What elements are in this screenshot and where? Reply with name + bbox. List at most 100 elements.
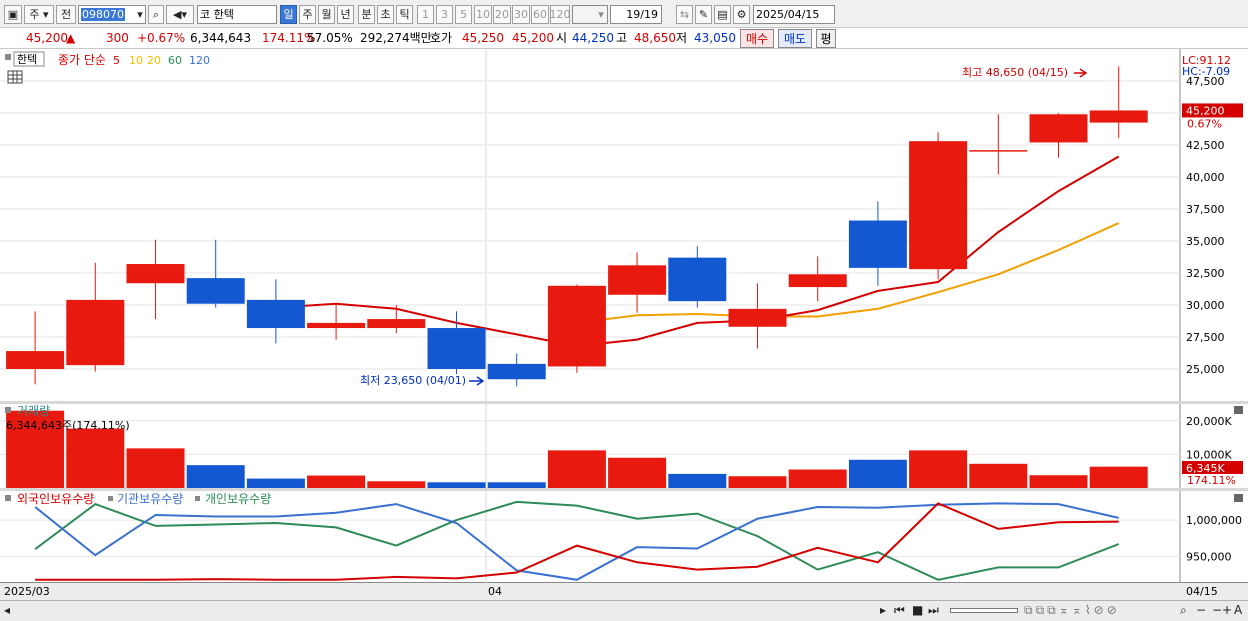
volume-bar (788, 469, 847, 488)
high-value: 48,650 (634, 31, 676, 45)
volume-bar (728, 476, 787, 488)
tab-year[interactable]: 년 (337, 5, 354, 24)
grid-icon[interactable] (7, 70, 23, 84)
volume-bar (668, 473, 727, 488)
volume-bar (608, 457, 667, 488)
window-icon[interactable]: ▣ (4, 5, 22, 24)
volume-bar (848, 459, 907, 488)
tab-tick[interactable]: 틱 (396, 5, 413, 24)
save-icon[interactable]: ▤ (714, 5, 731, 24)
volume-value-label: 6,344,643주(174.11%) (6, 419, 130, 432)
scroll-right-icon[interactable]: ▸ (880, 603, 886, 618)
panel-handle-icon[interactable] (5, 54, 11, 60)
volume-bar (909, 450, 968, 488)
market-select[interactable]: 주 ▾ (24, 5, 54, 24)
name-prefix: 코 (200, 8, 211, 21)
market-label: 주 (29, 8, 40, 21)
close-icon[interactable] (1234, 406, 1243, 414)
candle-body (668, 257, 727, 302)
interval-10[interactable]: 10 (474, 5, 492, 24)
price-tick-label: 35,000 (1186, 235, 1225, 248)
scroll-icon[interactable]: ⇆ (676, 5, 693, 24)
last-icon[interactable]: ⏭ (928, 603, 939, 618)
close-icon[interactable] (1234, 494, 1243, 502)
prev-button[interactable]: 전 (56, 5, 76, 24)
ma-20-label: 20 (147, 54, 161, 67)
ma-60-label: 60 (168, 54, 182, 67)
candle-body (307, 322, 366, 329)
scroll-bar[interactable]: ◂ ▸ ⏮ ■ ⏭ ⧉⧉⧉⌅⌅⌇⊘⊘ ⌕ − − + A (0, 600, 1248, 621)
individual-holding-label: 개인보유수량 (205, 492, 271, 506)
quote-price: 45,200 (26, 31, 68, 45)
count-input[interactable]: 19/19 (610, 5, 662, 24)
tab-second[interactable]: 초 (377, 5, 394, 24)
interval-30[interactable]: 30 (512, 5, 530, 24)
indicator-label: 종가 단순 (58, 53, 106, 67)
candle-body (788, 274, 847, 288)
candle-body (487, 363, 546, 380)
volume-bar (66, 428, 125, 488)
candle-body (547, 285, 606, 367)
price-tick-label: 25,000 (1186, 363, 1225, 376)
price-tick-label: 37,500 (1186, 203, 1225, 216)
interval-20[interactable]: 20 (493, 5, 511, 24)
holding-tick-label: 950,000 (1186, 551, 1232, 564)
tab-week[interactable]: 주 (299, 5, 316, 24)
candle-body (6, 351, 65, 369)
tools-icon[interactable]: ⧉⧉⧉⌅⌅⌇⊘⊘ (1024, 603, 1120, 618)
tab-day[interactable]: 일 (280, 5, 297, 24)
candle-body (1029, 114, 1088, 143)
price-tick-label: 27,500 (1186, 331, 1225, 344)
name-input[interactable]: 코 한텍 (197, 5, 277, 24)
minus-icon[interactable]: − (1196, 603, 1206, 618)
interval-60[interactable]: 60 (531, 5, 549, 24)
volume-bar (487, 482, 546, 488)
chevron-down-icon[interactable]: ▾ (134, 5, 146, 24)
plus-icon[interactable]: + (1222, 603, 1232, 618)
tab-month[interactable]: 월 (318, 5, 335, 24)
zoom-slider[interactable] (950, 608, 1018, 613)
foreign-holding-label: 외국인보유수량 (17, 492, 94, 506)
legend-marker-icon (195, 496, 200, 501)
panel-handle-icon[interactable] (5, 495, 11, 501)
interval-120[interactable]: 120 (550, 5, 571, 24)
price-tick-label: 30,000 (1186, 299, 1225, 312)
font-icon[interactable]: A (1234, 603, 1242, 618)
interval-3[interactable]: 3 (436, 5, 453, 24)
candle-body (848, 220, 907, 268)
scroll-left-icon[interactable]: ◂ (4, 603, 10, 618)
stop-icon[interactable]: ■ (912, 603, 923, 618)
volume-bar (126, 448, 185, 488)
interval-5[interactable]: 5 (455, 5, 472, 24)
stock-name-label: 한텍 (17, 53, 37, 66)
chart-area[interactable]: 25,000 27,500 30,000 32,500 35,000 37,500 40,0… (0, 49, 1248, 600)
quote-bar: 45,200 ▲ 300 +0.67% 6,344,643 174.11% 57… (0, 28, 1248, 49)
tab-minute[interactable]: 분 (358, 5, 375, 24)
eval-button[interactable]: 평 (816, 29, 836, 48)
buy-button[interactable]: 매수 (740, 29, 774, 48)
up-arrow-icon: ▲ (66, 31, 76, 45)
panel-handle-icon[interactable] (5, 407, 11, 413)
quote-volume: 6,344,643 (190, 31, 252, 45)
first-icon[interactable]: ⏮ (894, 603, 905, 618)
ask-label: 호가 (430, 31, 453, 45)
volume-bar (547, 450, 606, 488)
candle-body (186, 278, 245, 304)
x-start-label: 2025/03 (4, 585, 50, 598)
date-input[interactable]: 2025/04/15 (753, 5, 835, 24)
candle-body (126, 264, 185, 284)
volume-tick-label: 10,000K (1186, 448, 1232, 461)
speaker-icon[interactable]: ◀▾ (166, 5, 194, 24)
search-icon[interactable]: ⌕ (148, 5, 164, 24)
candle-body (1089, 110, 1148, 123)
gear-icon[interactable]: ⚙ (733, 5, 750, 24)
zoom-icon[interactable]: ⌕ (1180, 603, 1187, 618)
dash-icon[interactable]: − (1212, 603, 1222, 618)
low-annotation: 최저 23,650 (04/01) (360, 374, 466, 387)
interval-1[interactable]: 1 (417, 5, 434, 24)
candle-body (427, 328, 486, 369)
crosshair-icon[interactable]: ✎ (695, 5, 712, 24)
sell-button[interactable]: 매도 (778, 29, 812, 48)
chevron-down-icon[interactable]: ▾ (594, 5, 608, 24)
volume-bar (186, 465, 245, 488)
